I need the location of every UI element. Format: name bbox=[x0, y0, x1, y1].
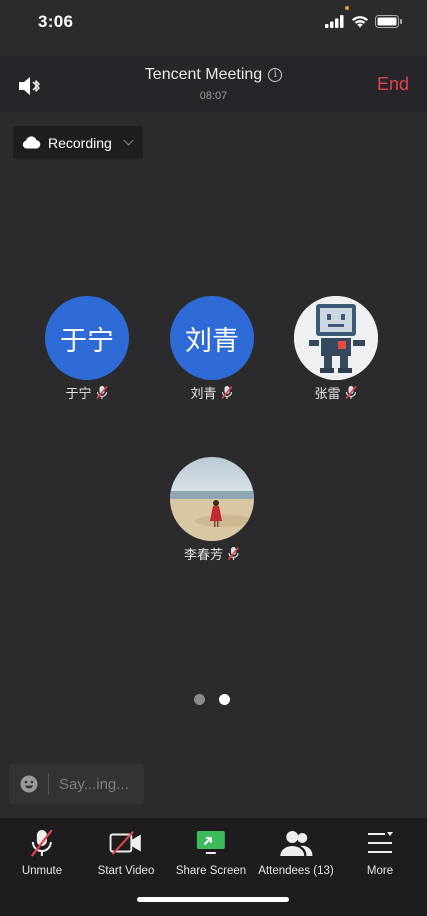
participant-name-tag: 刘青 bbox=[190, 383, 233, 402]
chat-input-divider bbox=[48, 773, 49, 795]
participant-avatar-liuqing[interactable]: 刘青 bbox=[170, 296, 254, 380]
participant-name: 张雷 bbox=[314, 386, 341, 401]
participant-name-tag: 张雷 bbox=[314, 383, 357, 402]
camera-indicator-dot bbox=[345, 6, 349, 10]
participant-name: 李春芳 bbox=[183, 547, 224, 562]
share-screen-label: Share Screen bbox=[175, 865, 247, 877]
chat-input[interactable]: Say...ing... bbox=[9, 764, 144, 804]
avatar-initials: 于宁 bbox=[60, 325, 114, 357]
video-off-icon bbox=[109, 830, 142, 856]
robot-avatar-image bbox=[294, 296, 378, 380]
recording-dropdown[interactable]: Recording bbox=[13, 126, 143, 159]
info-icon[interactable]: i bbox=[268, 68, 283, 82]
more-label: More bbox=[366, 865, 394, 877]
participant-avatar-lichunfang[interactable] bbox=[170, 457, 254, 541]
participant-name: 于宁 bbox=[65, 386, 92, 401]
start-video-label: Start Video bbox=[97, 865, 155, 877]
home-indicator[interactable] bbox=[137, 897, 289, 902]
participant-name: 刘青 bbox=[190, 386, 217, 401]
more-button[interactable]: More bbox=[363, 828, 397, 877]
meeting-duration: 08:07 bbox=[199, 90, 228, 102]
end-button[interactable]: End bbox=[377, 74, 409, 95]
title-block: Tencent Meeting i 08:07 bbox=[0, 66, 427, 102]
emoji-icon[interactable] bbox=[20, 775, 38, 793]
attendees-icon bbox=[280, 831, 313, 856]
mic-muted-icon bbox=[227, 546, 240, 561]
participant-name-tag: 于宁 bbox=[65, 383, 108, 402]
attendees-label: Attendees (13) bbox=[258, 865, 334, 877]
page-indicator bbox=[194, 694, 230, 705]
status-icons bbox=[325, 15, 403, 28]
status-bar: 3:06 bbox=[0, 0, 427, 44]
recording-label: Recording bbox=[48, 134, 112, 151]
participant-avatar-yuning[interactable]: 于宁 bbox=[45, 296, 129, 380]
meeting-title[interactable]: Tencent Meeting i bbox=[144, 66, 283, 84]
chevron-down-icon bbox=[123, 135, 134, 146]
mic-muted-icon bbox=[96, 385, 108, 400]
start-video-button[interactable]: Start Video bbox=[97, 828, 155, 877]
signal-icon bbox=[325, 15, 344, 28]
mic-muted-icon bbox=[345, 385, 357, 400]
attendees-button[interactable]: Attendees (13) bbox=[258, 828, 334, 877]
more-menu-icon bbox=[368, 832, 393, 853]
meeting-title-text: Tencent Meeting bbox=[144, 66, 263, 83]
unmute-label: Unmute bbox=[21, 865, 63, 877]
share-screen-icon bbox=[196, 831, 225, 854]
status-time: 3:06 bbox=[38, 12, 74, 31]
avatar-initials: 刘青 bbox=[185, 325, 239, 357]
cloud-icon bbox=[22, 136, 41, 149]
mic-muted-icon bbox=[31, 829, 53, 857]
share-screen-button[interactable]: Share Screen bbox=[176, 828, 246, 877]
meeting-header: Tencent Meeting i 08:07 End bbox=[0, 56, 427, 112]
participant-name-tag: 李春芳 bbox=[184, 544, 240, 563]
participant-avatar-zhanglei[interactable] bbox=[294, 296, 378, 380]
page-dot-active[interactable] bbox=[219, 694, 230, 705]
battery-icon bbox=[375, 15, 402, 28]
mic-muted-icon bbox=[221, 385, 233, 400]
page-dot[interactable] bbox=[194, 694, 205, 705]
chat-input-placeholder: Say...ing... bbox=[59, 775, 129, 793]
wifi-icon bbox=[352, 16, 368, 28]
beach-photo-avatar-image bbox=[170, 457, 254, 541]
unmute-button[interactable]: Unmute bbox=[22, 828, 62, 877]
